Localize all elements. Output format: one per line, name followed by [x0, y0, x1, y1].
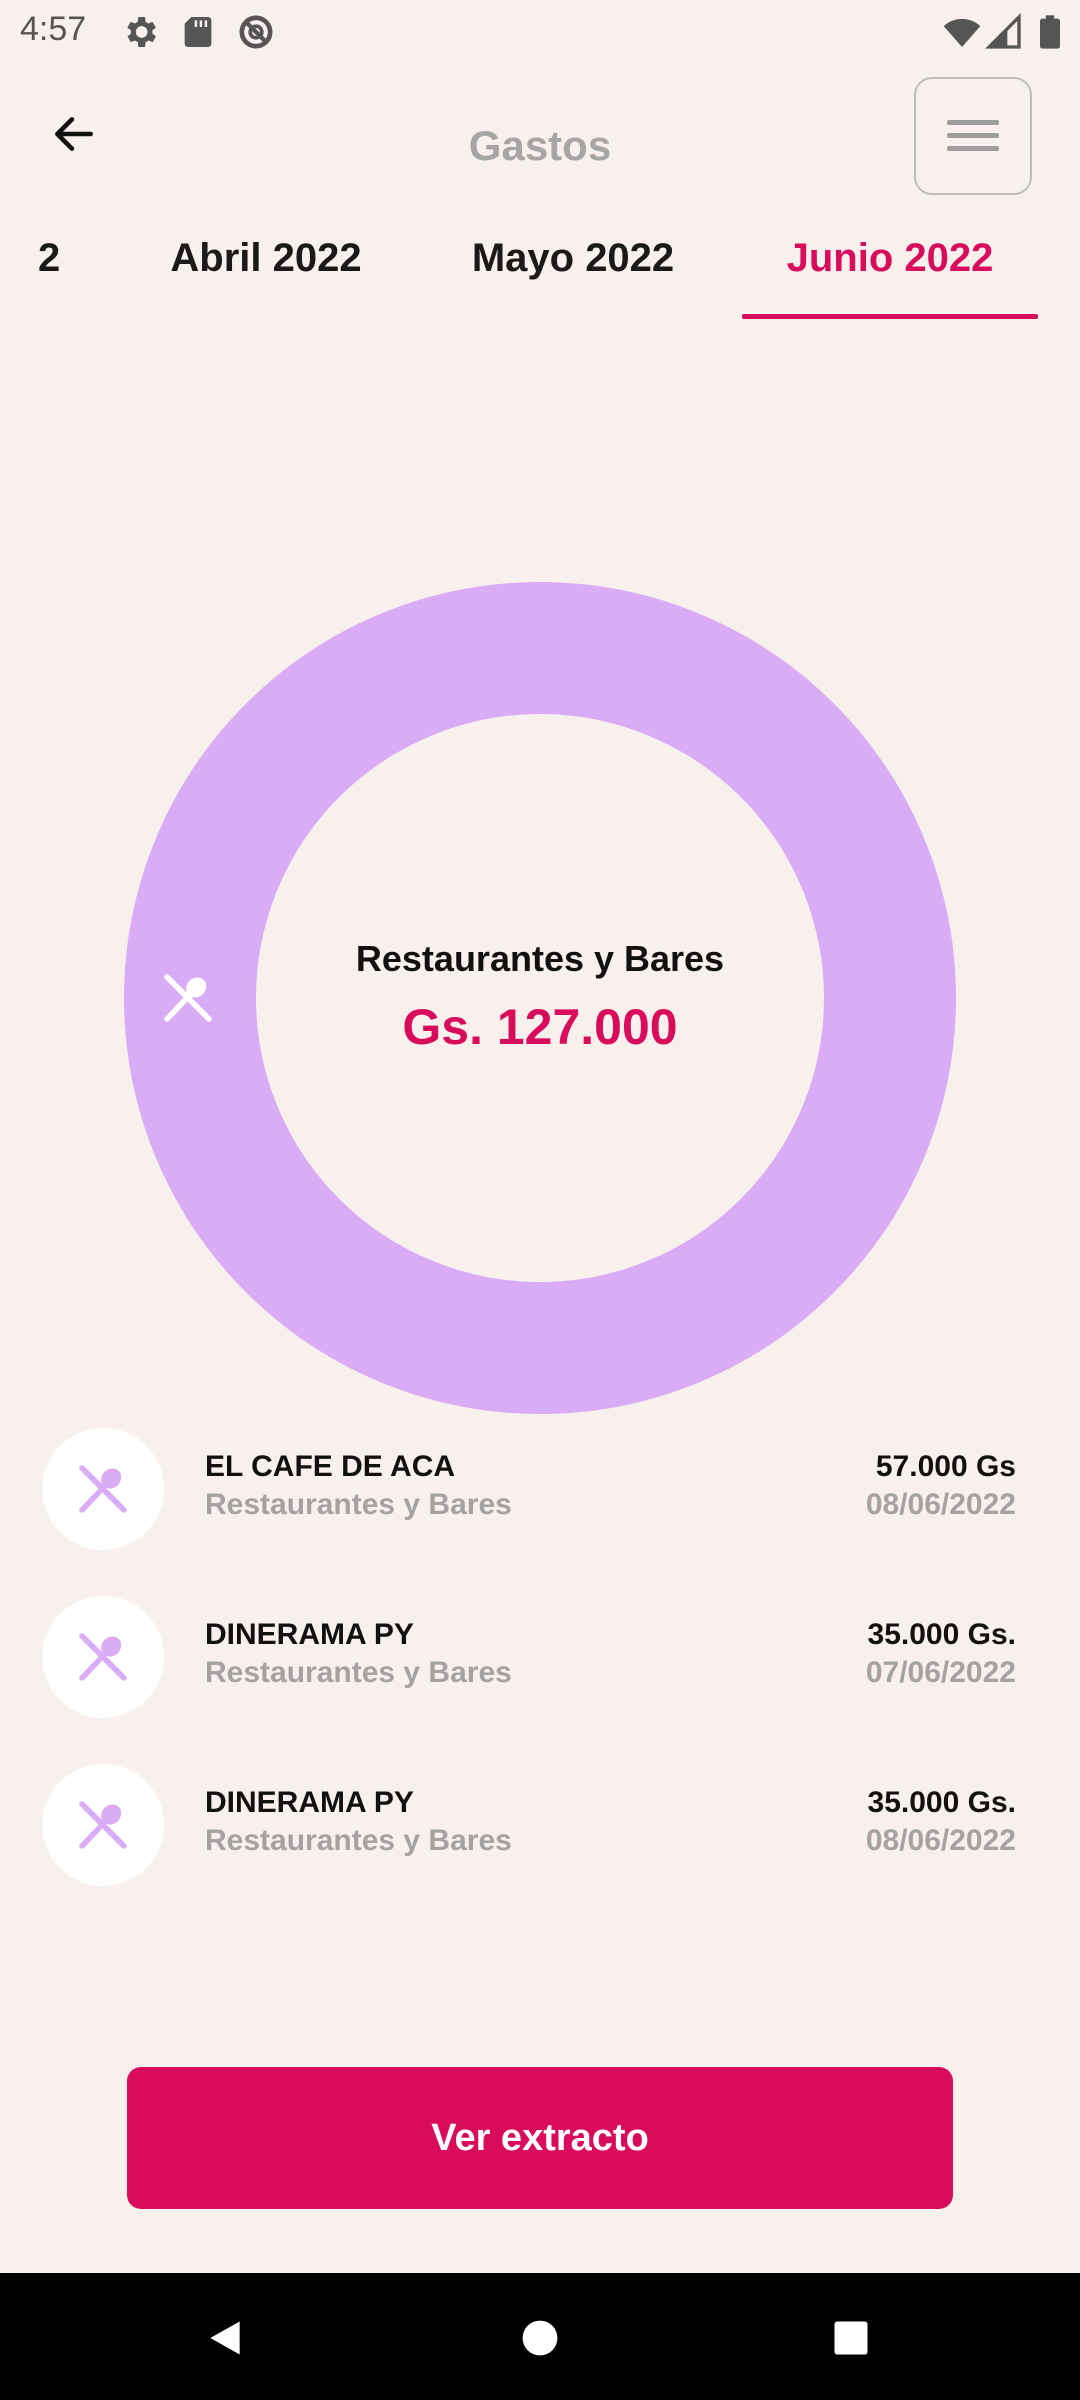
transaction-category: Restaurantes y Bares [205, 1656, 512, 1689]
transaction-merchant: DINERAMA PY [205, 1786, 414, 1819]
utensils-icon [79, 1633, 127, 1681]
nav-recents-button[interactable] [816, 2303, 886, 2373]
donut-category-label: Restaurantes y Bares [355, 938, 725, 979]
view-statement-button[interactable]: Ver extracto [127, 2067, 953, 2209]
signal-icon [984, 12, 1021, 49]
transaction-avatar [42, 1764, 164, 1886]
utensils-icon [164, 974, 212, 1022]
donut-center: Restaurantes y Bares Gs. 127.000 [256, 713, 824, 1281]
transaction-merchant: DINERAMA PY [205, 1618, 414, 1651]
transaction-amount: 35.000 Gs. [867, 1618, 1016, 1651]
triangle-back-icon [210, 2321, 240, 2355]
screen: 4:57 Gastos 2 Abril 2022 Mayo 2022 Junio… [0, 0, 1080, 2400]
tab-abril-2022[interactable]: Abril 2022 [156, 236, 376, 281]
nav-home-button[interactable] [505, 2303, 575, 2373]
hamburger-menu-icon [947, 120, 999, 151]
transaction-row[interactable]: DINERAMA PY Restaurantes y Bares 35.000 … [0, 1764, 1080, 1888]
circle-home-icon [522, 2320, 558, 2356]
tab-junio-2022[interactable]: Junio 2022 [742, 236, 1038, 281]
transaction-category: Restaurantes y Bares [205, 1488, 512, 1521]
transaction-amount: 57.000 Gs [875, 1450, 1016, 1483]
status-time: 4:57 [20, 10, 87, 48]
utensils-icon [79, 1801, 127, 1849]
sd-card-icon [184, 17, 212, 47]
transaction-merchant: EL CAFE DE ACA [205, 1450, 456, 1483]
transaction-avatar [42, 1596, 164, 1718]
nav-back-button[interactable] [190, 2303, 260, 2373]
transaction-amount: 35.000 Gs. [867, 1786, 1016, 1819]
transaction-category: Restaurantes y Bares [205, 1824, 512, 1857]
active-tab-indicator [742, 314, 1038, 319]
tab-mayo-2022[interactable]: Mayo 2022 [460, 236, 686, 281]
utensils-icon [79, 1465, 127, 1513]
arrow-left-icon [55, 117, 93, 151]
battery-icon [1040, 15, 1060, 49]
tab-month-partial[interactable]: 2 [38, 236, 60, 281]
menu-button[interactable] [914, 77, 1032, 195]
do-not-disturb-icon [239, 15, 273, 49]
status-bar: 4:57 [0, 0, 1080, 62]
transaction-date: 08/06/2022 [865, 1488, 1016, 1521]
square-recents-icon [834, 2321, 868, 2355]
transaction-row[interactable]: EL CAFE DE ACA Restaurantes y Bares 57.0… [0, 1428, 1080, 1552]
system-nav-bar [0, 2273, 1080, 2400]
transaction-date: 07/06/2022 [865, 1656, 1016, 1689]
back-button[interactable] [40, 100, 108, 168]
donut-total-amount: Gs. 127.000 [402, 999, 678, 1055]
transaction-avatar [42, 1428, 164, 1550]
transaction-date: 08/06/2022 [865, 1824, 1016, 1857]
page-title: Gastos [468, 122, 612, 169]
transaction-row[interactable]: DINERAMA PY Restaurantes y Bares 35.000 … [0, 1596, 1080, 1720]
settings-icon [127, 17, 156, 47]
wifi-icon [943, 18, 981, 47]
